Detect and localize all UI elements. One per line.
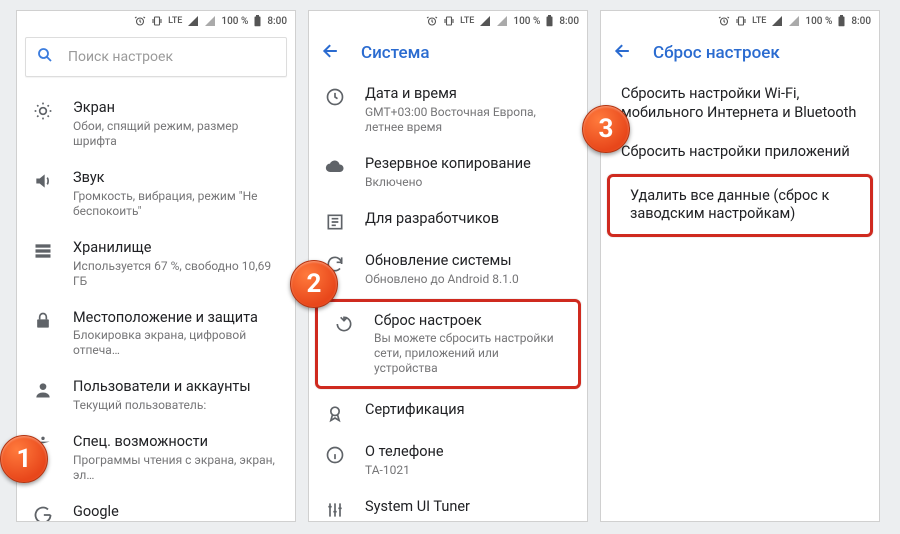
reset-icon: [332, 312, 356, 334]
item-factory-reset[interactable]: Удалить все данные (сброс к заводским на…: [607, 174, 873, 238]
item-reset-apps[interactable]: Сбросить настройки приложений: [601, 133, 879, 172]
item-google[interactable]: GoogleСервисы и настройки: [17, 493, 295, 522]
title-bar: Сброс настроек: [601, 31, 879, 75]
cloud-icon: [323, 155, 347, 177]
google-icon: [31, 503, 55, 522]
item-backup[interactable]: Резервное копированиеВключено: [309, 145, 587, 200]
status-bar: LTE 100 % 8:00: [309, 11, 587, 31]
battery-pct: 100 %: [513, 16, 540, 27]
step-badge-3: 3: [582, 105, 630, 153]
lte-label: LTE: [460, 16, 474, 26]
item-sound[interactable]: ЗвукГромкость, вибрация, режим "Не беспо…: [17, 159, 295, 229]
search-bar[interactable]: Поиск настроек: [25, 37, 287, 77]
lock-icon: [31, 309, 55, 331]
alarm-icon: [426, 15, 438, 27]
item-datetime[interactable]: Дата и времяGMT+03:00 Восточная Европа, …: [309, 75, 587, 145]
clock-icon: [323, 85, 347, 107]
phone-settings-main: LTE 100 % 8:00 Поиск настроек ЭкранОбои,…: [16, 10, 296, 522]
alarm-icon: [134, 15, 146, 27]
battery-icon: [837, 15, 846, 27]
status-bar: LTE 100 % 8:00: [17, 11, 295, 31]
item-accessibility[interactable]: Спец. возможностиПрограммы чтения с экра…: [17, 423, 295, 493]
step-badge-2: 2: [290, 260, 338, 308]
item-tuner[interactable]: System UI Tuner: [309, 488, 587, 522]
clock-time: 8:00: [267, 16, 287, 27]
battery-icon: [545, 15, 554, 27]
item-users[interactable]: Пользователи и аккаунтыТекущий пользоват…: [17, 368, 295, 423]
item-reset-network[interactable]: Сбросить настройки Wi-Fi, мобильного Инт…: [601, 75, 879, 133]
item-update[interactable]: Обновление системыОбновлено до Android 8…: [309, 242, 587, 297]
signal-icon: [187, 15, 199, 27]
lte-label: LTE: [752, 16, 766, 26]
sound-icon: [31, 169, 55, 191]
item-reset[interactable]: Сброс настроекВы можете сбросить настрой…: [315, 299, 581, 390]
search-placeholder: Поиск настроек: [68, 49, 173, 65]
battery-pct: 100 %: [221, 16, 248, 27]
alarm-icon: [718, 15, 730, 27]
back-icon[interactable]: [321, 41, 341, 65]
brightness-icon: [31, 99, 55, 121]
info-icon: [323, 443, 347, 465]
item-storage[interactable]: ХранилищеИспользуется 67 %, свободно 10,…: [17, 229, 295, 299]
battery-pct: 100 %: [805, 16, 832, 27]
storage-icon: [31, 239, 55, 261]
phone-system: LTE 100 % 8:00 Система Дата и времяGMT+0…: [308, 10, 588, 522]
title-bar: Система: [309, 31, 587, 75]
cert-icon: [323, 401, 347, 423]
screen-title: Сброс настроек: [653, 43, 780, 63]
battery-icon: [253, 15, 262, 27]
phone-reset: LTE 100 % 8:00 Сброс настроек Сбросить н…: [600, 10, 880, 522]
clock-time: 8:00: [851, 16, 871, 27]
status-bar: LTE 100 % 8:00: [601, 11, 879, 31]
wifi-icon: [496, 15, 508, 27]
settings-list: ЭкранОбои, спящий режим, размер шрифта З…: [17, 89, 295, 522]
search-icon: [36, 46, 54, 68]
signal-icon: [771, 15, 783, 27]
item-security[interactable]: Местоположение и защитаБлокировка экрана…: [17, 299, 295, 369]
clock-time: 8:00: [559, 16, 579, 27]
back-icon[interactable]: [613, 41, 633, 65]
vibrate-icon: [443, 15, 455, 27]
lte-label: LTE: [168, 16, 182, 26]
reset-list: Сбросить настройки Wi-Fi, мобильного Инт…: [601, 75, 879, 237]
vibrate-icon: [151, 15, 163, 27]
item-cert[interactable]: Сертификация: [309, 391, 587, 433]
signal-icon: [479, 15, 491, 27]
vibrate-icon: [735, 15, 747, 27]
system-list: Дата и времяGMT+03:00 Восточная Европа, …: [309, 75, 587, 522]
wifi-icon: [204, 15, 216, 27]
dev-icon: [323, 210, 347, 232]
item-about[interactable]: О телефонеTA-1021: [309, 433, 587, 488]
item-display[interactable]: ЭкранОбои, спящий режим, размер шрифта: [17, 89, 295, 159]
tuner-icon: [323, 498, 347, 520]
wifi-icon: [788, 15, 800, 27]
screen-title: Система: [361, 43, 430, 63]
user-icon: [31, 378, 55, 400]
step-badge-1: 1: [0, 435, 48, 483]
item-developer[interactable]: Для разработчиков: [309, 200, 587, 242]
